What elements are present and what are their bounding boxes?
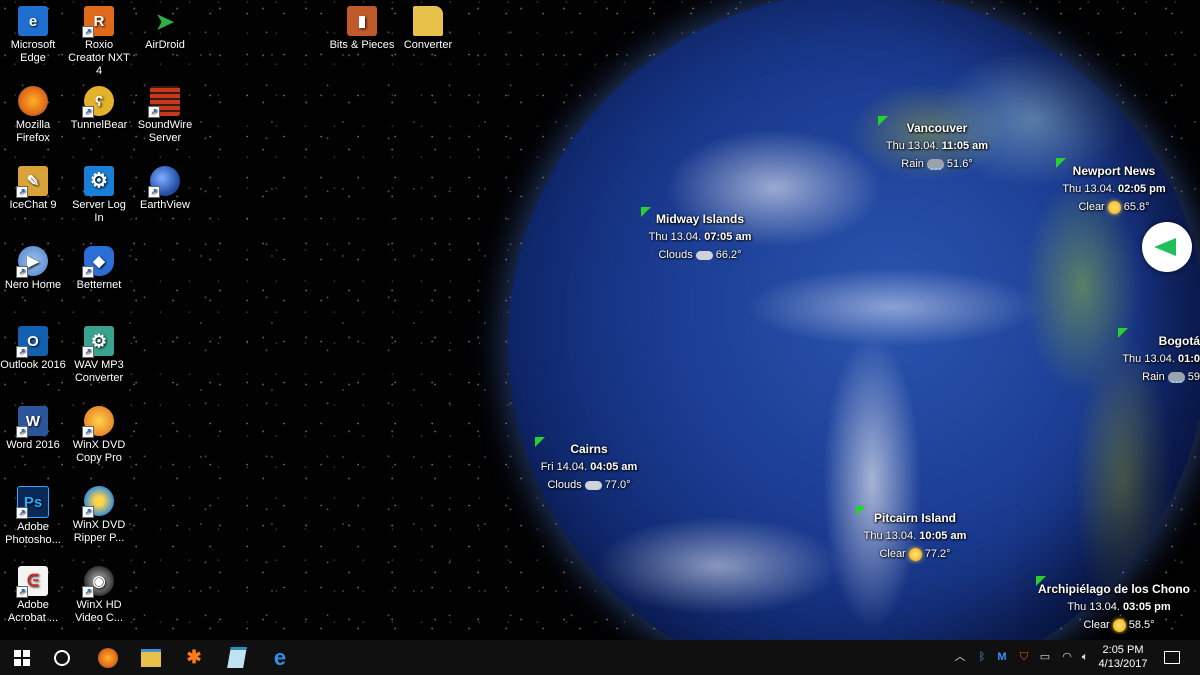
airdroid-icon: ➤ [155,8,175,34]
winx-ripper-icon: ↗ [82,486,114,518]
firefox-icon [98,647,118,668]
location-label-cairns: Cairns Fri 14.04. 04:05 am Clouds 77.0° [540,442,638,491]
tunnelbear-icon: ʕ ↗ [82,86,114,118]
cloud-icon [584,480,602,490]
acrobat-icon: ᕮ ↗ [16,566,48,598]
cortana-button[interactable] [40,640,84,675]
desktop-icon-mozilla-firefox[interactable]: Mozilla Firefox [0,86,66,145]
edge-icon: e [18,6,48,36]
desktop-icon-nero-home[interactable]: ▶ ↗ Nero Home [0,246,66,292]
desktop-icon-adobe-photoshop[interactable]: Ps ↗ Adobe Photosho... [0,486,66,547]
notepad-icon [227,647,247,668]
photoshop-icon: Ps ↗ [16,486,49,519]
taskbar-file-explorer[interactable] [129,640,173,675]
desktop-icon-outlook-2016[interactable]: O ↗ Outlook 2016 [0,326,66,372]
location-label-midway-islands: Midway Islands Thu 13.04. 07:05 am Cloud… [648,212,752,261]
taskbar-clock[interactable]: 2:05 PM 4/13/2017 [1094,643,1152,671]
cortana-circle-icon [54,649,70,666]
cloud-icon [695,250,713,260]
icechat-icon: ✎ ↗ [16,166,48,198]
location-label-pitcairn-island: Pitcairn Island Thu 13.04. 10:05 am Clea… [863,511,967,561]
location-label-archipielago-de-los-chonos: Archipiélago de los Chono Thu 13.04. 03:… [1038,582,1191,632]
desktop-icon-winx-hd-video[interactable]: ◉ ↗ WinX HD Video C... [66,566,132,625]
avast-icon: ✱ [186,647,202,667]
rain-icon [926,158,944,170]
gear-icon: ⚙ [84,166,114,196]
desktop-icon-earthview[interactable]: ↗ EarthView [132,166,198,212]
taskbar-avast[interactable]: ✱ [172,640,216,675]
notification-icon [1164,651,1180,664]
taskbar-firefox[interactable] [86,640,130,675]
location-label-bogota: Bogotá Thu 13.04. 01:0 Rain 59 [1122,334,1200,383]
desktop-icon-bits-pieces[interactable]: ▮ Bits & Pieces [329,6,395,52]
malwarebytes-icon[interactable]: M [995,651,1009,664]
desktop-icon-adobe-acrobat[interactable]: ᕮ ↗ Adobe Acrobat ... [0,566,66,625]
desktop-icon-winx-dvd-ripper[interactable]: ↗ WinX DVD Ripper P... [66,486,132,545]
desktop-icon-converter[interactable]: Converter [395,6,461,52]
wifi-icon[interactable]: ◠ [1060,651,1074,664]
outlook-icon: O ↗ [16,326,48,358]
rain-icon [1167,371,1185,383]
windows-start-icon [14,649,30,666]
desktop-icon-roxio-creator[interactable]: R ↗ Roxio Creator NXT 4 [66,6,132,78]
taskbar-notepad[interactable] [215,640,259,675]
desktop: Vancouver Thu 13.04. 11:05 am Rain 51.6° … [0,0,1200,640]
taskbar: ✱ e ︿ ᛒ M ⛉ ▭ ◠ 🔈︎ 2:05 PM 4/13/2017 [0,640,1200,675]
sun-icon [908,547,922,561]
desktop-icon-icechat[interactable]: ✎ ↗ IceChat 9 [0,166,66,212]
taskbar-edge[interactable]: e [258,640,302,675]
desktop-icon-airdroid[interactable]: ➤ AirDroid [132,6,198,52]
desktop-icon-word-2016[interactable]: W ↗ Word 2016 [0,406,66,452]
desktop-icon-winx-dvd-copy-pro[interactable]: ↗ WinX DVD Copy Pro [66,406,132,465]
location-label-vancouver: Vancouver Thu 13.04. 11:05 am Rain 51.6° [885,121,989,170]
sun-icon [1112,618,1126,632]
edge-icon: e [273,644,287,670]
desktop-icon-wav-mp3-converter[interactable]: ⚙ ↗ WAV MP3 Converter [66,326,132,385]
location-label-newport-news: Newport News Thu 13.04. 02:05 pm Clear 65… [1062,164,1166,214]
folder-icon [413,6,443,36]
bits-pieces-icon: ▮ [347,6,377,36]
sun-icon [1107,200,1121,214]
earthview-icon: ↗ [148,166,180,198]
desktop-icon-betternet[interactable]: ◆ ↗ Betternet [66,246,132,292]
earthview-back-button[interactable] [1142,222,1192,272]
firefox-icon [18,86,48,116]
chevron-up-icon[interactable]: ︿ [953,651,967,664]
battery-icon[interactable]: ▭ [1038,651,1052,664]
volume-icon[interactable]: 🔈︎ [1078,651,1092,664]
shield-icon[interactable]: ⛉ [1017,651,1031,664]
desktop-icon-microsoft-edge[interactable]: e Microsoft Edge [0,6,66,65]
betternet-icon: ◆ ↗ [82,246,114,278]
desktop-icon-soundwire-server[interactable]: ↗ SoundWire Server [132,86,198,145]
soundwire-icon: ↗ [148,86,180,118]
word-icon: W ↗ [16,406,48,438]
nero-icon: ▶ ↗ [16,246,48,278]
wav-mp3-icon: ⚙ ↗ [82,326,114,358]
roxio-icon: R ↗ [82,6,114,38]
arrow-left-icon [1154,238,1176,256]
start-button[interactable] [0,640,44,675]
winx-copy-icon: ↗ [82,406,114,438]
winx-hd-icon: ◉ ↗ [82,566,114,598]
file-explorer-icon [141,648,161,667]
action-center-button[interactable] [1152,640,1192,675]
desktop-icon-tunnelbear[interactable]: ʕ ↗ TunnelBear [66,86,132,132]
bluetooth-icon[interactable]: ᛒ [975,651,989,664]
desktop-icon-server-log-in[interactable]: ⚙ Server Log In [66,166,132,225]
